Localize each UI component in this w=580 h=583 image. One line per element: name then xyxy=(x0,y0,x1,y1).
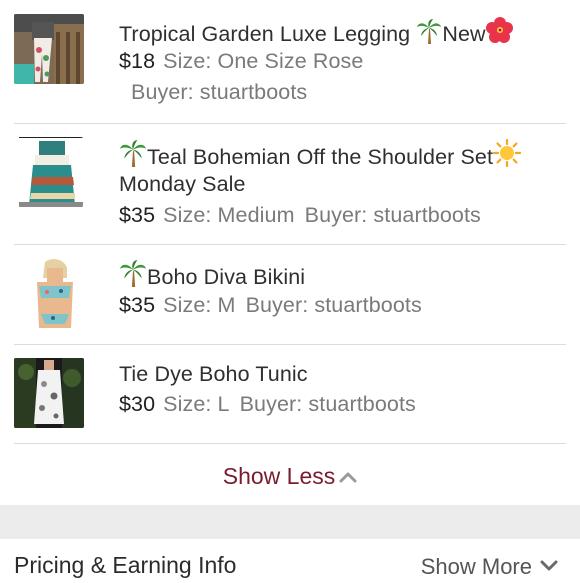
chevron-up-icon xyxy=(339,458,357,492)
item-buyer[interactable]: Buyer: stuartboots xyxy=(246,293,422,317)
show-more-button[interactable]: Show More xyxy=(421,549,558,583)
show-less-label: Show Less xyxy=(222,463,336,489)
sun-icon xyxy=(492,138,522,175)
show-less-button[interactable]: Show Less xyxy=(0,458,580,493)
section-separator xyxy=(0,505,580,539)
show-more-label: Show More xyxy=(420,554,532,579)
divider xyxy=(14,244,566,245)
item-title-line2[interactable]: Monday Sale xyxy=(119,169,246,199)
item-size: Size: M xyxy=(163,293,236,317)
tunic-photo-icon xyxy=(14,358,84,428)
item-size: Size: One Size Rose xyxy=(163,49,364,73)
item-details: $35 Size: M Buyer: stuartboots xyxy=(119,290,422,320)
item-details: $18 Size: One Size Rose xyxy=(119,46,363,76)
divider xyxy=(14,344,566,345)
palm-tree-icon xyxy=(416,18,442,52)
item-thumbnail[interactable] xyxy=(17,137,83,207)
divider xyxy=(14,123,566,124)
item-title[interactable]: Tie Dye Boho Tunic xyxy=(119,359,308,389)
chevron-down-icon xyxy=(540,549,558,581)
bohemian-set-photo-icon xyxy=(19,137,83,207)
item-buyer[interactable]: Buyer: stuartboots xyxy=(131,77,307,107)
sold-items-list: Tropical Garden Luxe Legging New $18 Size… xyxy=(0,0,580,505)
pricing-earning-header[interactable]: Pricing & Earning Info Show More xyxy=(0,539,580,580)
item-price: $18 xyxy=(119,49,156,73)
legging-photo-icon xyxy=(14,14,84,84)
item-price: $35 xyxy=(119,203,156,227)
item-price: $30 xyxy=(119,392,156,416)
item-details: $35 Size: Medium Buyer: stuartboots xyxy=(119,200,481,230)
item-buyer[interactable]: Buyer: stuartboots xyxy=(305,203,481,227)
item-thumbnail[interactable] xyxy=(20,258,84,328)
divider xyxy=(14,443,566,444)
item-buyer[interactable]: Buyer: stuartboots xyxy=(240,392,416,416)
section-title: Pricing & Earning Info xyxy=(14,552,237,578)
item-thumbnail[interactable] xyxy=(14,14,84,84)
item-thumbnail[interactable] xyxy=(14,358,84,428)
item-size: Size: L xyxy=(163,392,230,416)
hibiscus-icon xyxy=(485,16,514,52)
item-size: Size: Medium xyxy=(163,203,295,227)
item-price: $35 xyxy=(119,293,156,317)
bikini-photo-icon xyxy=(23,258,84,328)
item-details: $30 Size: L Buyer: stuartboots xyxy=(119,389,416,419)
